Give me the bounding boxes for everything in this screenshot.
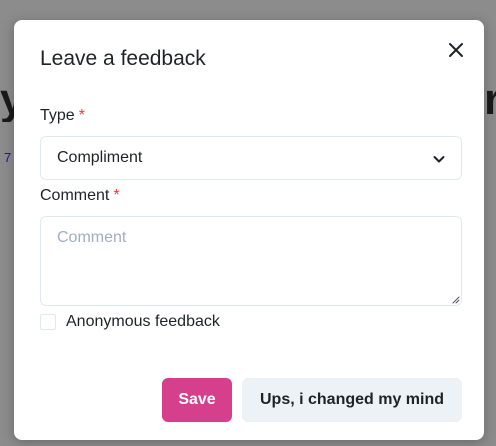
background-heading-fragment-right: r [484, 78, 496, 122]
required-asterisk: * [78, 107, 85, 124]
anonymous-checkbox-row[interactable]: Anonymous feedback [40, 312, 220, 332]
required-asterisk: * [113, 187, 120, 204]
type-select-value: Compliment [57, 149, 143, 166]
anonymous-checkbox-label: Anonymous feedback [66, 313, 220, 330]
comment-label: Comment * [40, 186, 120, 206]
feedback-modal: Leave a feedback Type * Compliment Commen… [14, 20, 484, 440]
background-heading-fragment-left: y [0, 78, 14, 122]
resize-handle-icon[interactable] [450, 294, 460, 304]
comment-textarea[interactable] [40, 216, 462, 306]
save-button[interactable]: Save [162, 378, 232, 422]
close-icon [449, 43, 463, 57]
chevron-down-icon [433, 156, 445, 163]
cancel-button[interactable]: Ups, i changed my mind [242, 378, 462, 422]
type-label: Type * [40, 106, 85, 126]
comment-label-text: Comment [40, 187, 110, 204]
type-select[interactable]: Compliment [40, 136, 462, 180]
type-label-text: Type [40, 107, 75, 124]
anonymous-checkbox[interactable] [40, 314, 56, 330]
modal-title: Leave a feedback [40, 47, 206, 70]
background-link-fragment: 7 [4, 150, 12, 165]
close-button[interactable] [444, 38, 468, 62]
